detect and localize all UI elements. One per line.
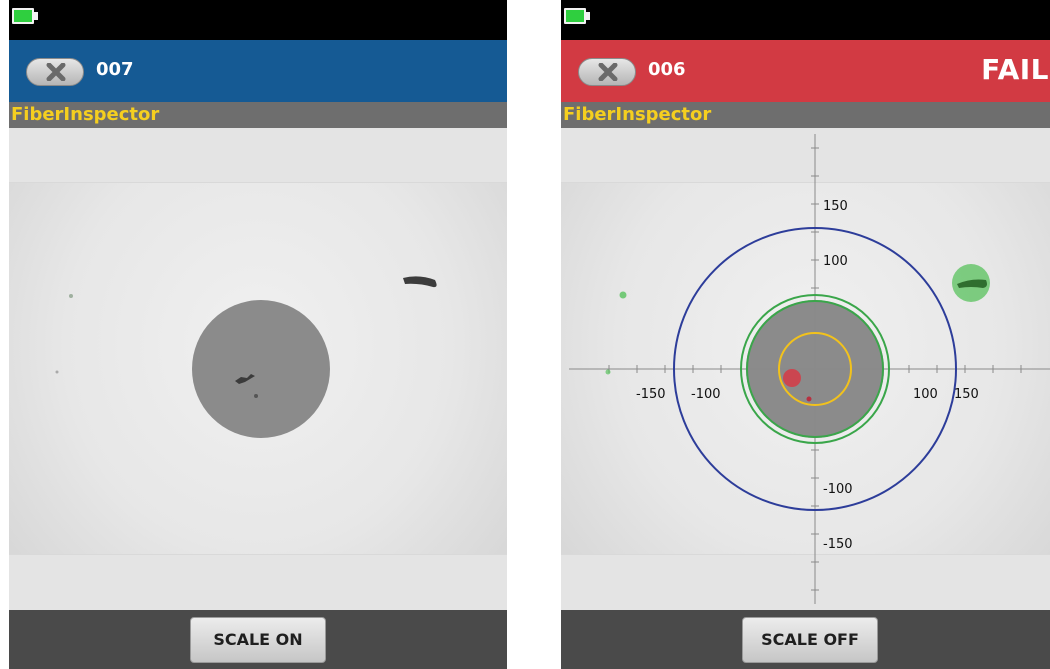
defect-spot (55, 370, 59, 374)
scale-toggle-button[interactable]: SCALE OFF (742, 617, 878, 663)
fiber-endface-view: -150 -100 100 150 150 100 -100 -150 (569, 134, 1050, 604)
close-button[interactable] (578, 58, 636, 86)
close-x-icon (598, 63, 618, 81)
y-scale-label: 150 (823, 199, 848, 214)
fiber-endface-view (55, 276, 437, 438)
status-bar (561, 0, 1050, 40)
y-scale-label: -150 (823, 537, 853, 552)
defect-core (254, 394, 258, 398)
result-status: FAIL (981, 53, 1049, 86)
fiber-image: -150 -100 100 150 150 100 -100 -150 (561, 128, 1050, 610)
x-scale-label: 150 (954, 387, 979, 402)
bottom-bar: SCALE ON (9, 610, 507, 669)
close-button[interactable] (26, 58, 84, 86)
defect-failed (806, 396, 812, 402)
app-name: FiberInspector (11, 104, 160, 125)
title-bar: 007 (9, 40, 507, 102)
test-id: 007 (96, 59, 134, 80)
fiber-core (192, 300, 330, 438)
status-bar (9, 0, 507, 40)
defect-failed (783, 369, 801, 387)
fiber-image (9, 128, 507, 610)
bottom-bar: SCALE OFF (561, 610, 1050, 669)
defect-spot (69, 294, 73, 298)
x-scale-label: -100 (691, 387, 721, 402)
battery-full-icon (12, 8, 38, 24)
y-scale-label: -100 (823, 482, 853, 497)
x-scale-label: 100 (913, 387, 938, 402)
scale-toggle-button[interactable]: SCALE ON (190, 617, 326, 663)
defect-passed (605, 369, 611, 375)
defect-scratch (403, 276, 437, 288)
x-scale-label: -150 (636, 387, 666, 402)
app-bar: FiberInspector (9, 102, 507, 128)
close-x-icon (46, 63, 66, 81)
test-id: 006 (648, 59, 686, 80)
app-name: FiberInspector (563, 104, 712, 125)
battery-full-icon (564, 8, 590, 24)
y-scale-label: 100 (823, 254, 848, 269)
fiber-inspector-screen-fail: 006 FAIL FiberInspector -150 -100 100 15… (561, 0, 1050, 669)
fiber-inspector-screen-pass: 007 FiberInspector SCALE ON (9, 0, 507, 669)
app-bar: FiberInspector (561, 102, 1050, 128)
defect-passed (619, 291, 627, 299)
title-bar: 006 FAIL (561, 40, 1050, 102)
